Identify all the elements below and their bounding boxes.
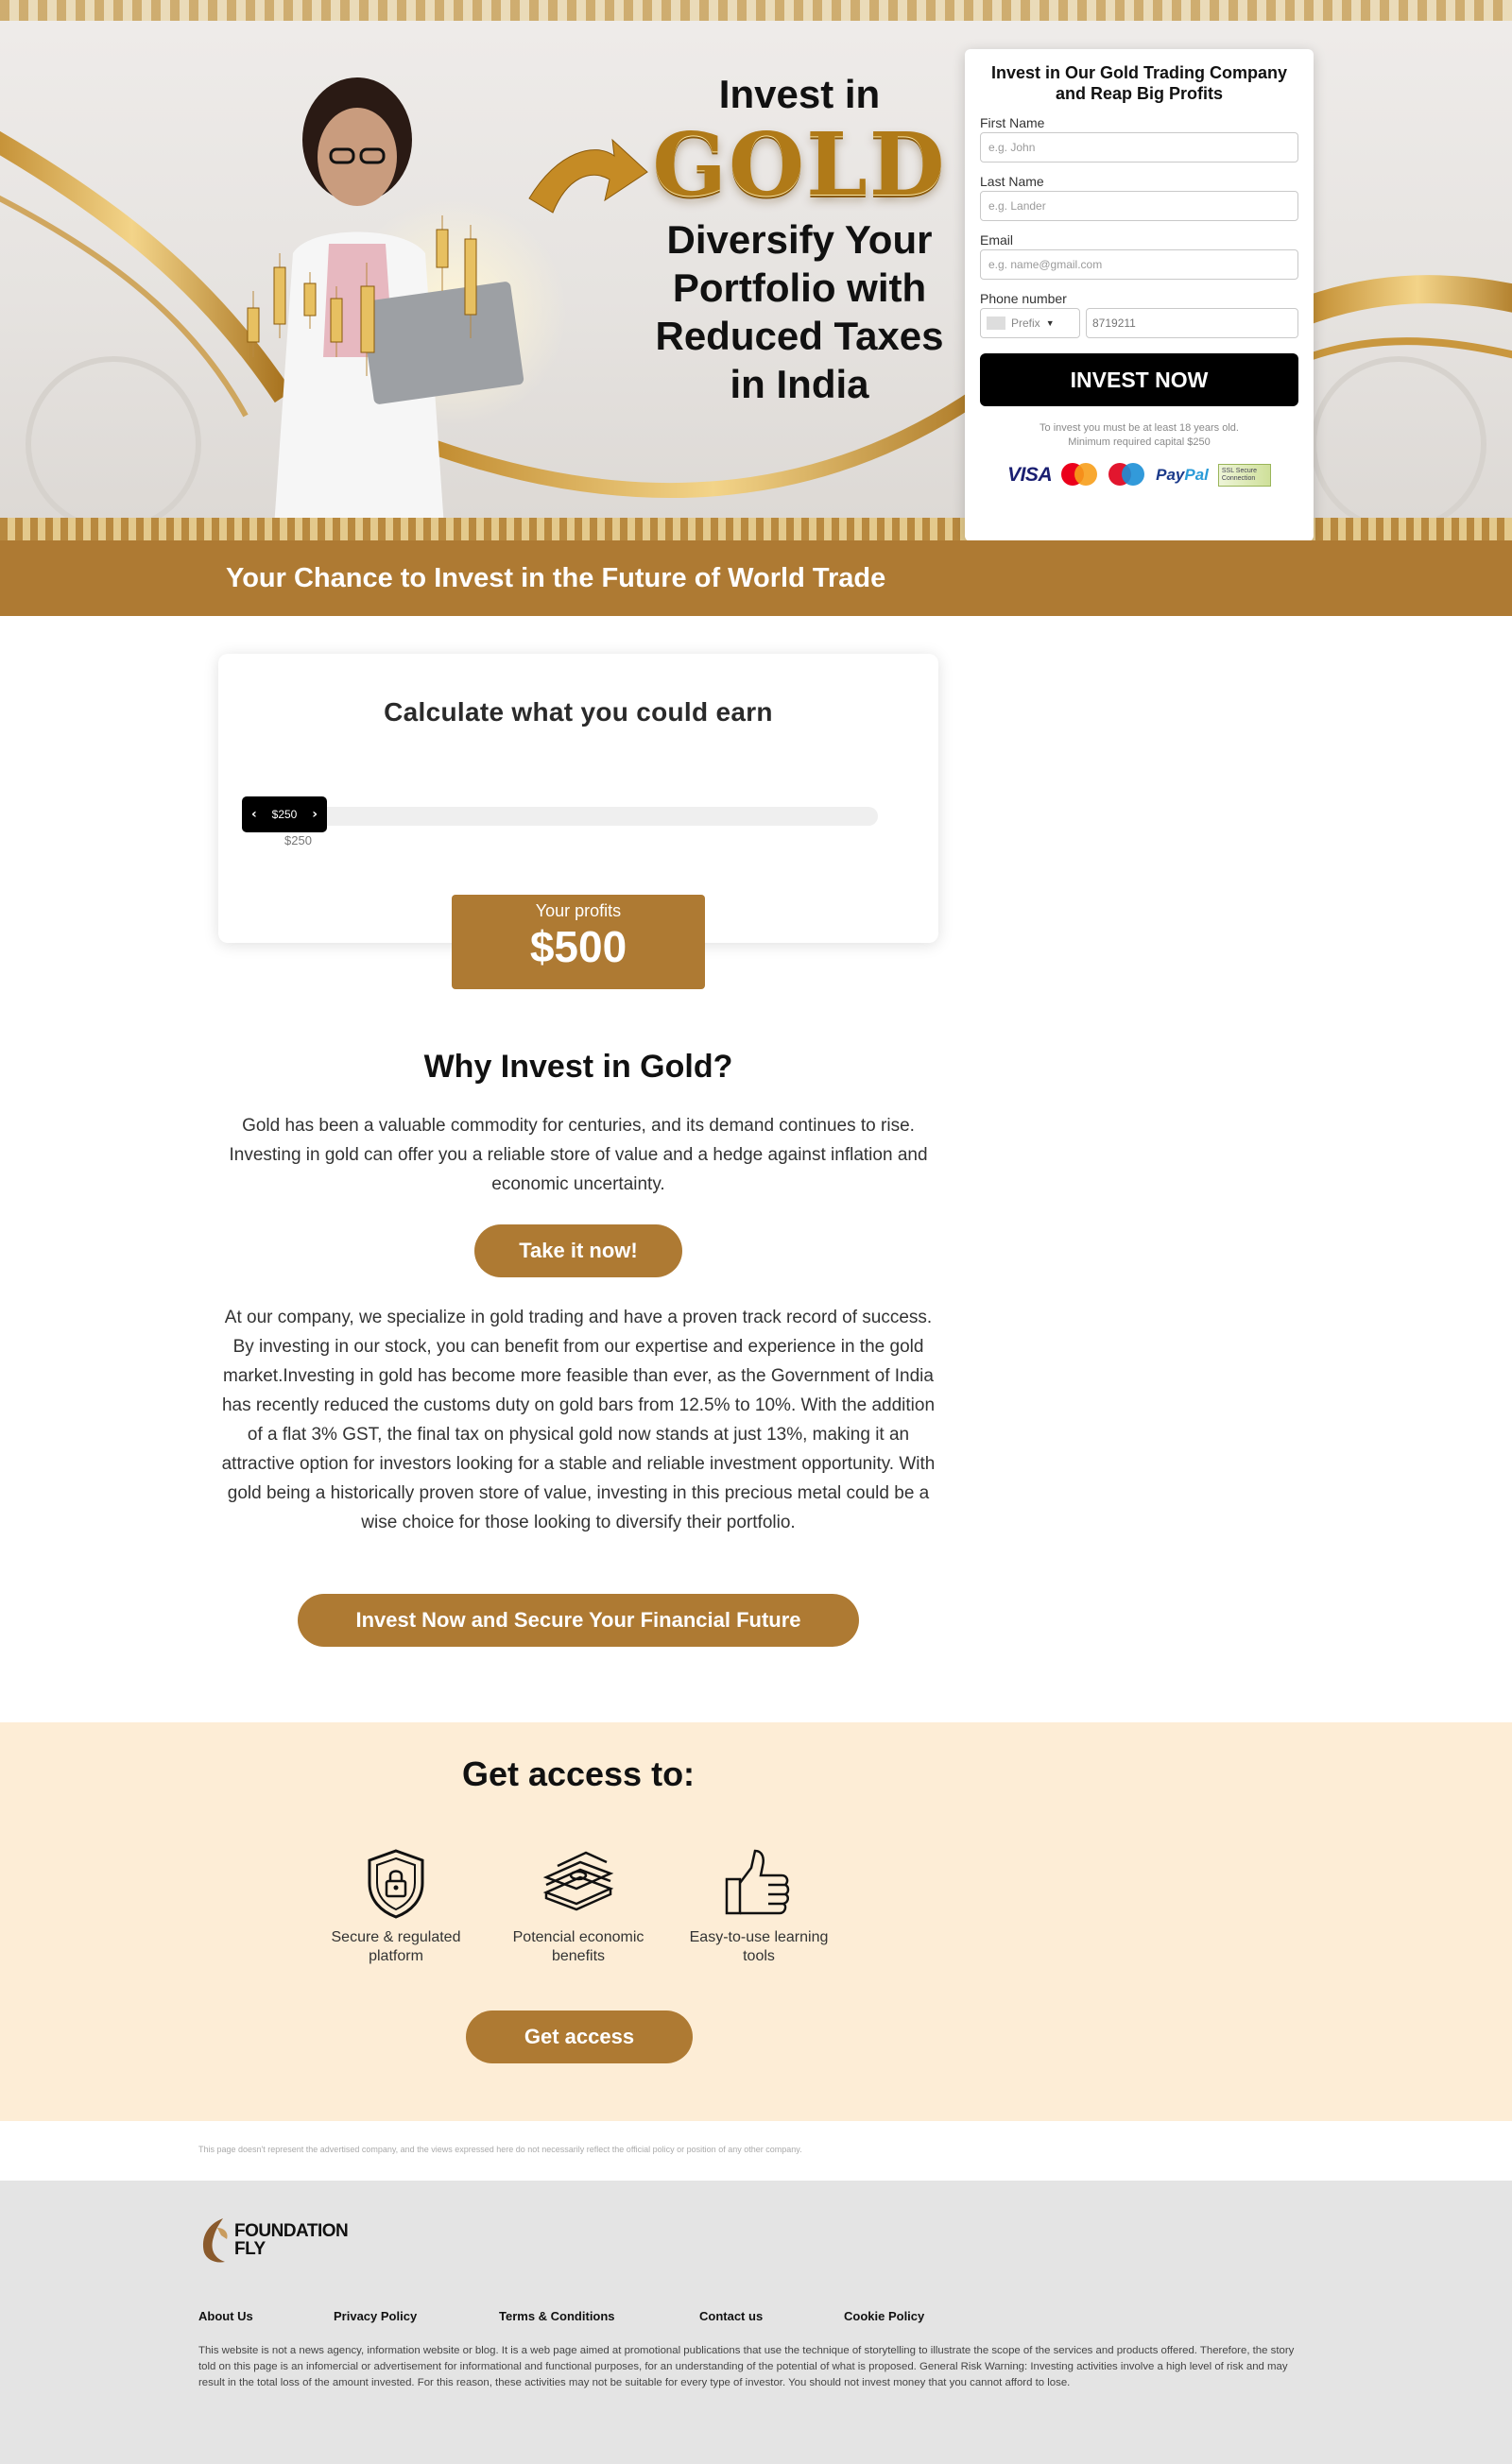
phone-field[interactable] (1086, 308, 1298, 338)
feature-learning: Easy-to-use learning tools (679, 1845, 839, 1966)
mastercard-logo (1061, 461, 1099, 489)
paypal-pal: Pal (1184, 466, 1209, 484)
ornamental-border-top (0, 0, 1512, 21)
page-disclaimer: This page doesn't represent the advertis… (198, 2145, 802, 2154)
thumbs-up-icon (725, 1849, 790, 1915)
woman-with-laptop-image (247, 77, 524, 527)
hero-line1: Invest in (718, 72, 881, 116)
invest-secure-future-button[interactable]: Invest Now and Secure Your Financial Fut… (298, 1594, 859, 1647)
feature-label: Potencial economic benefits (512, 1929, 644, 1964)
capital-note: Minimum required capital $250 (1068, 436, 1211, 448)
payment-methods: VISA PayPal SSL Secure Connection (980, 461, 1298, 489)
flag-icon (987, 317, 1005, 330)
why-gold-paragraph-1: Gold has been a valuable commodity for c… (229, 1116, 928, 1194)
last-name-field[interactable] (980, 191, 1298, 221)
investment-slider-handle[interactable]: ‹ $250 › (242, 796, 327, 832)
form-note: To invest you must be at least 18 years … (980, 421, 1298, 450)
access-title: Get access to: (461, 1754, 696, 1793)
phone-prefix-select[interactable]: Prefix ▼ (980, 308, 1080, 338)
first-name-field[interactable] (980, 132, 1298, 163)
ssl-badge: SSL Secure Connection (1217, 464, 1271, 487)
last-name-label: Last Name (980, 174, 1044, 189)
feature-label: Easy-to-use learning tools (689, 1929, 829, 1964)
take-it-now-button[interactable]: Take it now! (474, 1224, 682, 1277)
gold-banner: Your Chance to Invest in the Future of W… (0, 540, 1512, 616)
shield-lock-icon (368, 1849, 424, 1919)
profits-label: Your profits (535, 901, 622, 920)
chevron-right-icon: › (312, 807, 318, 822)
profits-value: $500 (529, 922, 627, 971)
banner-text: Your Chance to Invest in the Future of W… (226, 562, 886, 593)
feature-secure: Secure & regulated platform (316, 1845, 476, 1966)
chevron-left-icon: ‹ (251, 807, 257, 822)
hero-heading: Invest in GOLD Diversify Your Portfolio … (639, 72, 960, 408)
email-field[interactable] (980, 249, 1298, 280)
signup-form: Invest in Our Gold Trading Company and R… (965, 49, 1314, 541)
form-title: Invest in Our Gold Trading Company and R… (990, 63, 1288, 103)
logo-text: FOUNDATION FLY (234, 2221, 349, 2259)
why-gold-paragraph-2: At our company, we specialize in gold tr… (221, 1308, 936, 1532)
feature-benefits: Potencial economic benefits (498, 1845, 659, 1966)
why-gold-title: Why Invest in Gold? (423, 1049, 733, 1085)
paypal-pay: Pay (1156, 466, 1185, 484)
footer: FOUNDATION FLY About Us Privacy Policy T… (0, 2181, 1512, 2464)
footer-link-privacy[interactable]: Privacy Policy (334, 2309, 499, 2323)
hero-subheading: Diversify Your Portfolio with Reduced Ta… (655, 217, 944, 406)
first-name-label: First Name (980, 115, 1045, 130)
bird-logo-icon (202, 2218, 228, 2263)
footer-link-cookie[interactable]: Cookie Policy (844, 2309, 957, 2323)
phone-row: Prefix ▼ (980, 308, 1298, 338)
footer-legal-text: This website is not a news agency, infor… (198, 2345, 1295, 2388)
phone-label: Phone number (980, 291, 1067, 306)
caret-down-icon: ▼ (1045, 318, 1055, 328)
money-stack-icon (542, 1851, 614, 1911)
foundation-fly-logo[interactable]: FOUNDATION FLY (198, 2215, 349, 2266)
footer-link-contact[interactable]: Contact us (699, 2309, 844, 2323)
get-access-section: Get access to: Secure & regulated platfo… (0, 1722, 1512, 2121)
visa-logo: VISA (1007, 464, 1053, 486)
profits-display: Your profits $500 (452, 895, 705, 989)
feature-label: Secure & regulated platform (331, 1929, 461, 1964)
investment-slider-track[interactable] (243, 807, 878, 826)
maestro-logo (1108, 461, 1146, 489)
slider-min-label: $250 (284, 833, 312, 847)
prefix-placeholder: Prefix (1011, 317, 1040, 330)
calculator-title: Calculate what you could earn (384, 697, 773, 727)
footer-nav: About Us Privacy Policy Terms & Conditio… (198, 2309, 957, 2323)
paypal-logo: PayPal (1156, 466, 1209, 485)
get-access-button[interactable]: Get access (466, 2011, 693, 2063)
footer-link-about[interactable]: About Us (198, 2309, 334, 2323)
email-label: Email (980, 232, 1014, 248)
footer-link-terms[interactable]: Terms & Conditions (499, 2309, 699, 2323)
invest-now-button[interactable]: INVEST NOW (980, 353, 1298, 406)
logo-line1: FOUNDATION (234, 2221, 349, 2241)
slider-value: $250 (271, 808, 298, 821)
gold-wordmark: GOLD (652, 113, 947, 215)
logo-line2: FLY (234, 2239, 266, 2259)
age-note: To invest you must be at least 18 years … (1040, 422, 1239, 434)
